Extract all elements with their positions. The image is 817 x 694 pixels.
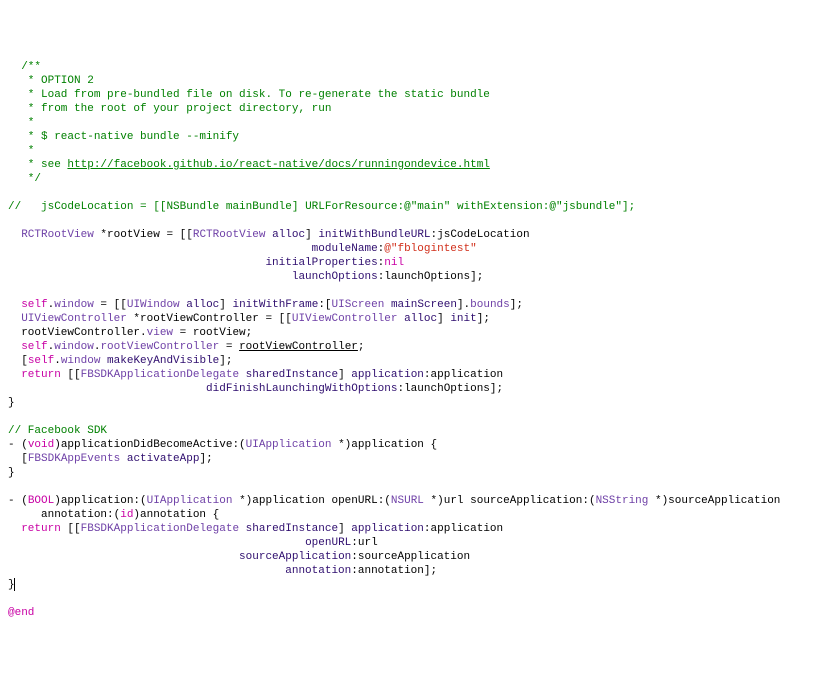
text-cursor [14,578,15,591]
method: annotation [285,565,351,577]
method: alloc [272,229,305,241]
property: window [54,341,94,353]
property: view [147,327,173,339]
property: rootViewController [100,341,219,353]
keyword: self [21,341,47,353]
comment-line: * from the root of your project director… [8,103,331,115]
type: FBSDKApplicationDelegate [81,523,239,535]
comment-line: /** [8,61,41,73]
method: init [450,313,476,325]
method: openURL [305,537,351,549]
property: bounds [470,299,510,311]
method: sharedInstance [246,523,338,535]
property: window [61,355,101,367]
comment-link[interactable]: http://facebook.github.io/react-native/d… [67,159,489,171]
property: window [54,299,94,311]
method: launchOptions [292,271,378,283]
keyword: id [120,509,133,521]
method: alloc [404,313,437,325]
comment-line: * see [8,159,67,171]
keyword: return [21,369,61,381]
comment-line: * $ react-native bundle --minify [8,131,239,143]
comment-line: // Facebook SDK [8,425,107,437]
type: FBSDKApplicationDelegate [81,369,239,381]
keyword: nil [384,257,404,269]
method: alloc [186,299,219,311]
string-literal: @"fblogintest" [384,243,476,255]
type: RCTRootView [21,229,94,241]
keyword: self [28,355,54,367]
brace: } [8,397,15,409]
type: UIWindow [127,299,180,311]
comment-line: * [8,145,34,157]
method: initWithBundleURL [318,229,430,241]
method: didFinishLaunchingWithOptions [206,383,397,395]
type: NSURL [391,495,424,507]
commented-code: // jsCodeLocation = [[NSBundle mainBundl… [8,201,635,213]
type: UIApplication [246,439,332,451]
keyword: void [28,439,54,451]
method: sharedInstance [246,369,338,381]
keyword: BOOL [28,495,54,507]
keyword: self [21,299,47,311]
comment-line: */ [8,173,41,185]
type: UIViewController [292,313,398,325]
comment-line: * [8,117,34,129]
method: activateApp [127,453,200,465]
method: initWithFrame [232,299,318,311]
brace: } [8,467,15,479]
method: application [351,369,424,381]
type: NSString [596,495,649,507]
underlined-ident: rootViewController [239,341,358,353]
type: UIScreen [332,299,385,311]
comment-line: * Load from pre-bundled file on disk. To… [8,89,490,101]
method: initialProperties [265,257,377,269]
keyword: return [21,523,61,535]
type: FBSDKAppEvents [28,453,120,465]
method: application [351,523,424,535]
method: moduleName [312,243,378,255]
end-directive: @end [8,607,34,619]
code-editor: /** * OPTION 2 * Load from pre-bundled f… [8,60,809,620]
type: RCTRootView [193,229,266,241]
type: UIApplication [147,495,233,507]
method: makeKeyAndVisible [107,355,219,367]
comment-line: * OPTION 2 [8,75,94,87]
method: sourceApplication [239,551,351,563]
type: UIViewController [21,313,127,325]
method: mainScreen [391,299,457,311]
